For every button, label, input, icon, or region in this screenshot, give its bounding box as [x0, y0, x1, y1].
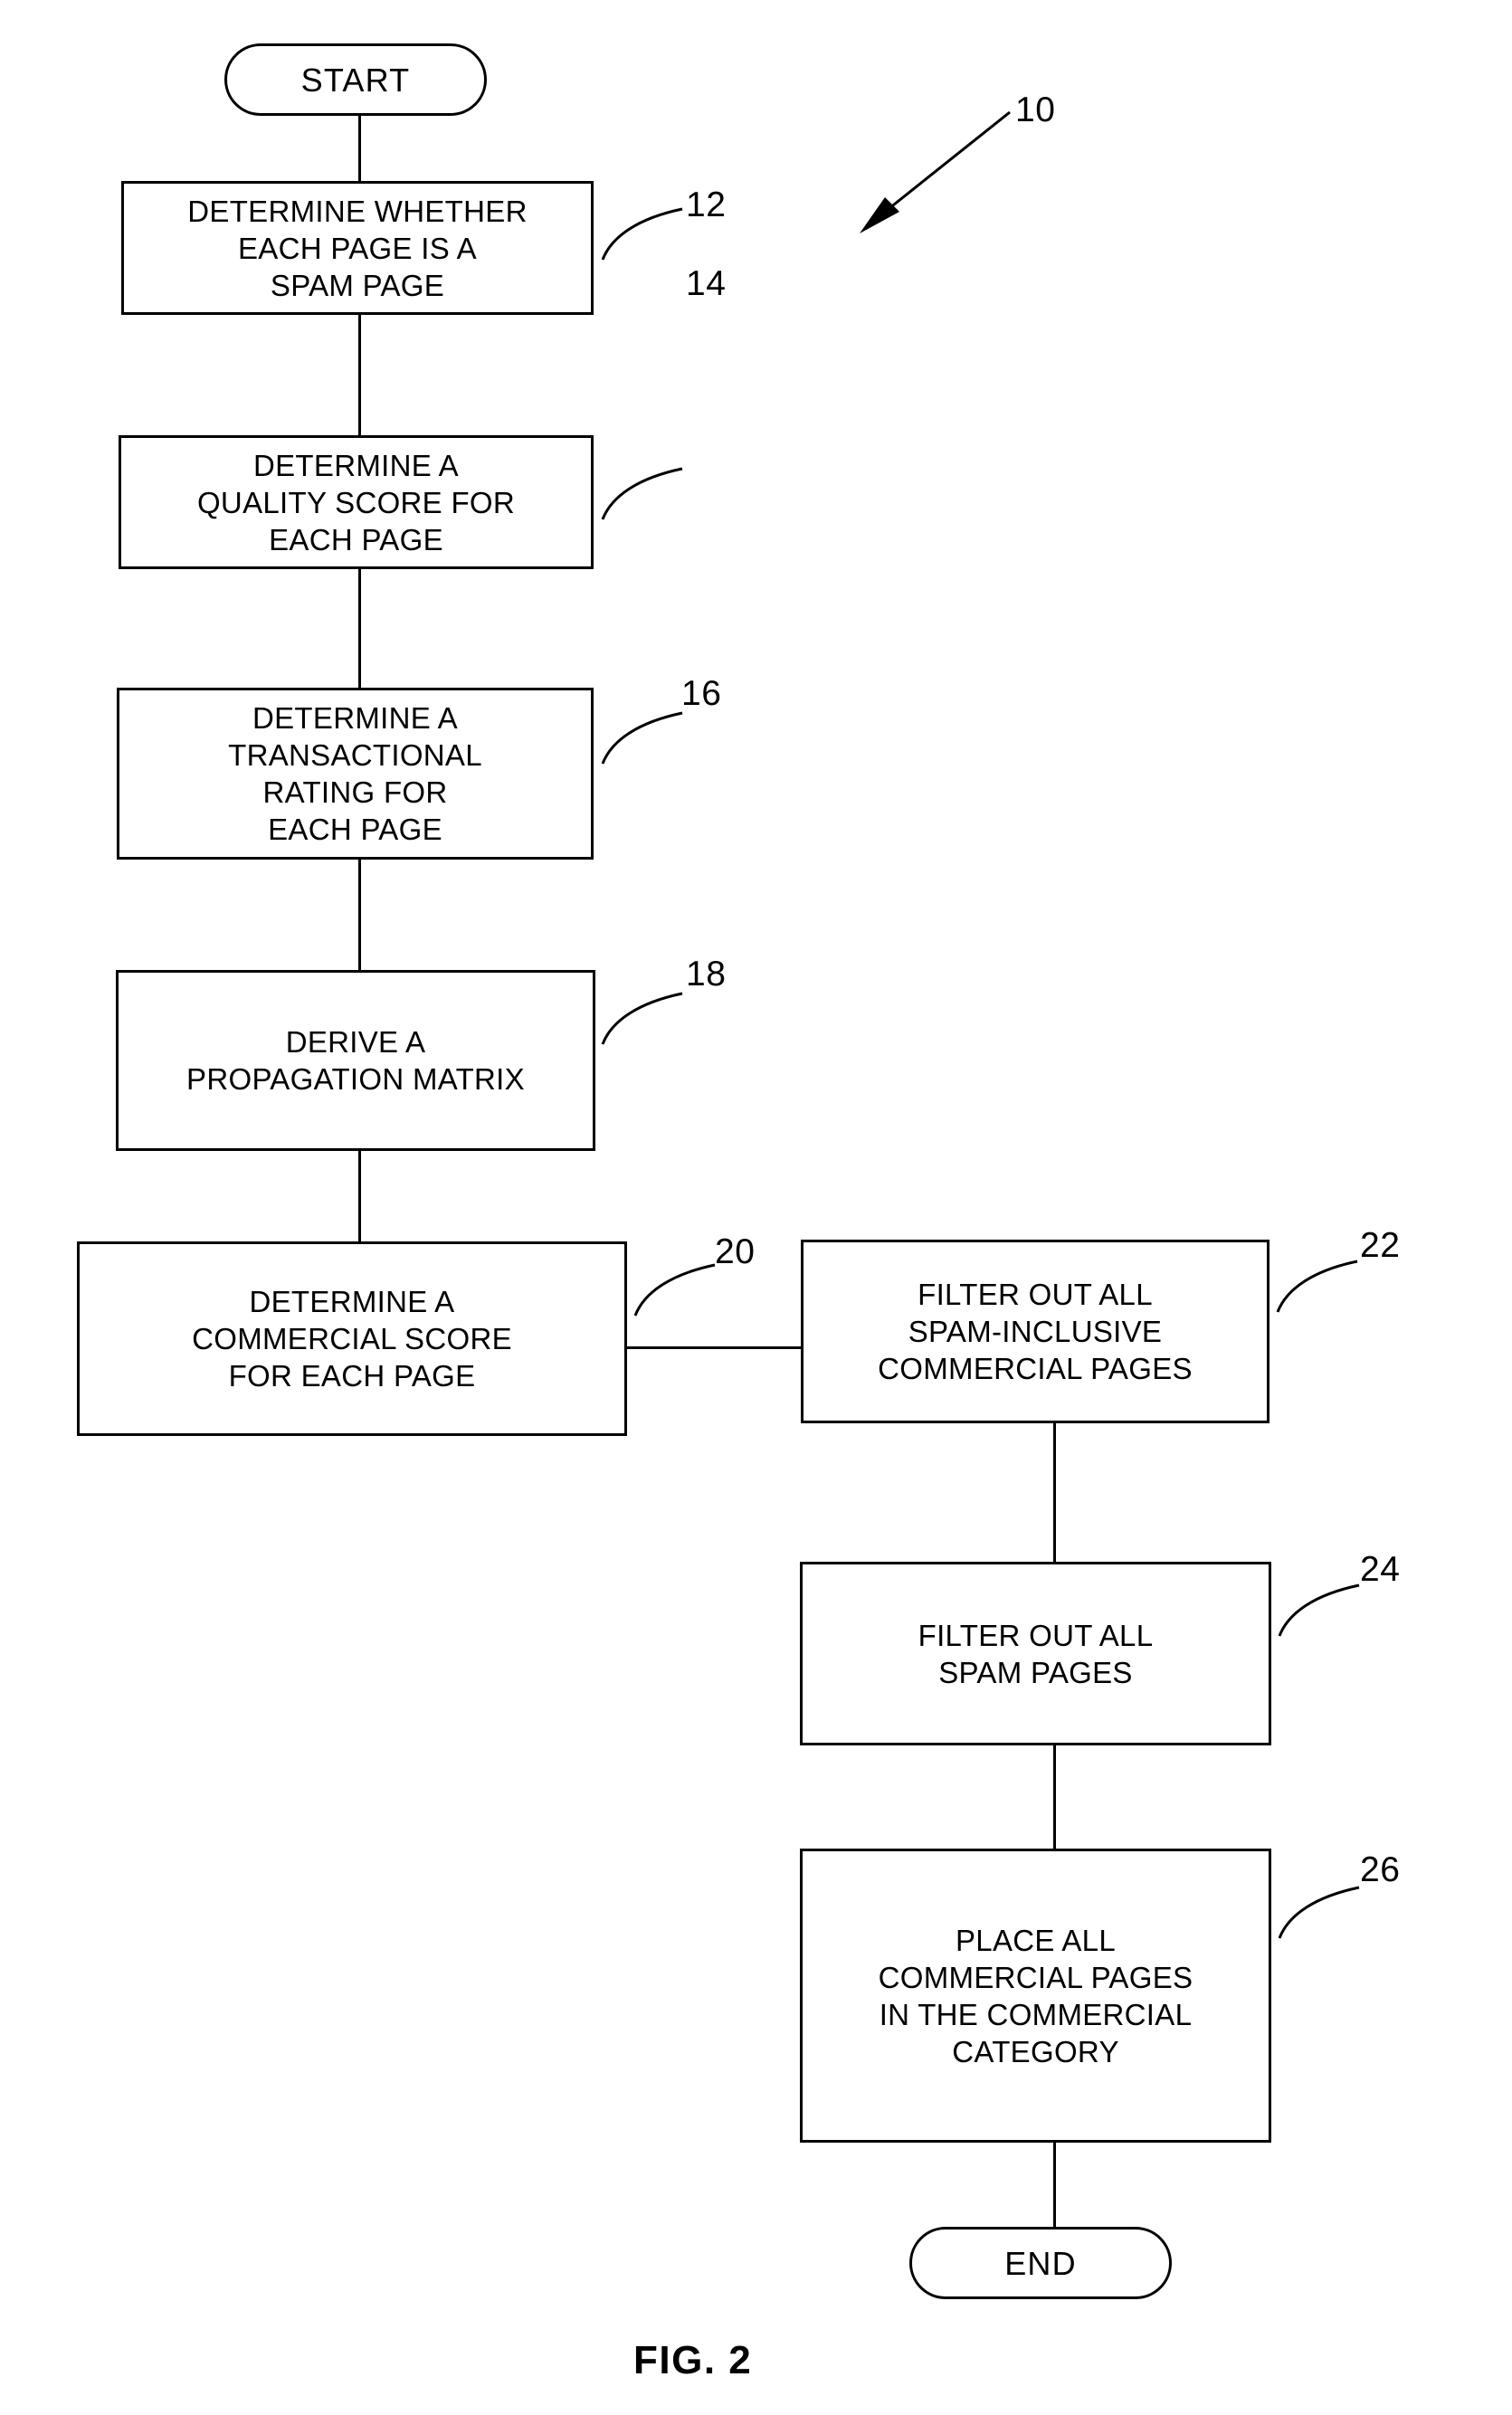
leader-line-step12: [601, 207, 683, 261]
connector-step16-to-step18: [358, 860, 361, 970]
connector-step22-to-step24: [1053, 1423, 1056, 1562]
flow-node-step26: PLACE ALL COMMERCIAL PAGES IN THE COMMER…: [800, 1849, 1271, 2143]
reference-numeral-step14: 14: [686, 264, 727, 303]
flow-node-step14-label: DETERMINE A QUALITY SCORE FOR EACH PAGE: [196, 448, 516, 556]
patent-figure-page: START DETERMINE WHETHER EACH PAGE IS A S…: [0, 0, 1512, 2415]
reference-numeral-step18: 18: [686, 955, 727, 994]
flow-node-step20-label: DETERMINE A COMMERCIAL SCORE FOR EACH PA…: [192, 1285, 512, 1393]
connector-step18-to-step20: [358, 1151, 361, 1241]
flow-node-step16: DETERMINE A TRANSACTIONAL RATING FOR EAC…: [117, 688, 594, 860]
reference-numeral-step22: 22: [1360, 1226, 1401, 1265]
flow-node-start-label: START: [300, 61, 411, 99]
flow-node-step24-label: FILTER OUT ALL SPAM PAGES: [918, 1618, 1154, 1689]
leader-line-step14: [601, 467, 683, 520]
reference-numeral-step20: 20: [715, 1232, 756, 1271]
flow-node-step16-label: DETERMINE A TRANSACTIONAL RATING FOR EAC…: [228, 701, 482, 846]
reference-numeral-diagram: 10: [1015, 90, 1056, 129]
leader-line-step16: [601, 711, 683, 765]
flow-node-step18-label: DERIVE A PROPAGATION MATRIX: [186, 1025, 525, 1096]
flow-node-step12-label: DETERMINE WHETHER EACH PAGE IS A SPAM PA…: [187, 194, 528, 302]
flow-node-step18: DERIVE A PROPAGATION MATRIX: [116, 970, 595, 1151]
leader-line-step20: [633, 1263, 716, 1317]
leader-line-step24: [1278, 1583, 1360, 1637]
flow-node-step20: DETERMINE A COMMERCIAL SCORE FOR EACH PA…: [77, 1241, 627, 1436]
leader-line-step18: [601, 992, 683, 1045]
flow-node-end: END: [909, 2227, 1172, 2299]
reference-numeral-step24: 24: [1360, 1550, 1401, 1589]
flow-node-step22: FILTER OUT ALL SPAM-INCLUSIVE COMMERCIAL…: [801, 1240, 1270, 1423]
reference-numeral-step26: 26: [1360, 1850, 1401, 1889]
reference-numeral-step12: 12: [686, 185, 727, 224]
connector-step14-to-step16: [358, 569, 361, 688]
connector-start-to-step12: [358, 116, 361, 181]
flow-node-end-label: END: [1004, 2244, 1077, 2282]
reference-numeral-step16: 16: [681, 674, 722, 713]
connector-step12-to-step14: [358, 315, 361, 435]
flow-node-step14: DETERMINE A QUALITY SCORE FOR EACH PAGE: [119, 435, 594, 569]
connector-step26-to-end: [1053, 2143, 1056, 2227]
connector-step24-to-step26: [1053, 1745, 1056, 1849]
connector-step20-to-step22: [627, 1346, 817, 1349]
flow-node-step12: DETERMINE WHETHER EACH PAGE IS A SPAM PA…: [121, 181, 594, 315]
flow-node-step22-label: FILTER OUT ALL SPAM-INCLUSIVE COMMERCIAL…: [878, 1278, 1193, 1385]
flow-node-step24: FILTER OUT ALL SPAM PAGES: [800, 1562, 1271, 1745]
diagram-reference-arrow: [860, 110, 1011, 233]
leader-line-step22: [1276, 1260, 1358, 1313]
leader-line-step26: [1278, 1886, 1360, 1939]
figure-caption: FIG. 2: [633, 2338, 753, 2382]
flow-node-step26-label: PLACE ALL COMMERCIAL PAGES IN THE COMMER…: [878, 1923, 1193, 2068]
flow-node-start: START: [224, 43, 487, 116]
